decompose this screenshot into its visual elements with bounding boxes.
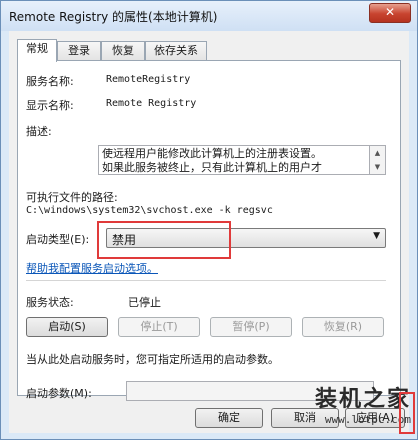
scroll-down-icon[interactable]: ▼ bbox=[370, 160, 385, 174]
description-textbox[interactable]: 使远程用户能修改此计算机上的注册表设置。 如果此服务被终止，只有此计算机上的用户… bbox=[98, 145, 370, 175]
display-name-label: 显示名称: bbox=[26, 99, 74, 112]
tab-logon[interactable]: 登录 bbox=[57, 41, 101, 61]
general-tab-panel: 服务名称: RemoteRegistry 显示名称: Remote Regist… bbox=[17, 60, 401, 401]
service-status-label: 服务状态: bbox=[26, 296, 74, 309]
tab-general[interactable]: 常规 bbox=[17, 39, 57, 62]
start-params-label: 启动参数(M): bbox=[26, 387, 92, 400]
resume-button-label: 恢复(R) bbox=[323, 320, 363, 333]
description-line-1: 使远程用户能修改此计算机上的注册表设置。 bbox=[102, 147, 322, 160]
display-name-value: Remote Registry bbox=[106, 98, 197, 109]
properties-dialog: Remote Registry 的属性(本地计算机) ✕ 常规 登录 恢复 依存… bbox=[0, 0, 418, 440]
startup-type-label: 启动类型(E): bbox=[26, 233, 90, 246]
description-line-2: 如果此服务被终止，只有此计算机上的用户才 bbox=[102, 161, 322, 174]
pause-button-label: 暂停(P) bbox=[232, 320, 270, 333]
start-params-input[interactable] bbox=[126, 381, 374, 401]
exe-path-value: C:\windows\system32\svchost.exe -k regsv… bbox=[26, 205, 273, 216]
tab-dependencies[interactable]: 依存关系 bbox=[145, 41, 207, 61]
stop-button[interactable]: 停止(T) bbox=[118, 317, 200, 337]
service-status-value: 已停止 bbox=[128, 296, 161, 309]
ok-button[interactable]: 确定 bbox=[195, 408, 263, 428]
description-scrollbar[interactable]: ▲ ▼ bbox=[370, 145, 386, 175]
tab-recovery[interactable]: 恢复 bbox=[101, 41, 145, 61]
dialog-client-area: 常规 登录 恢复 依存关系 服务名称: RemoteRegistry 显示名称:… bbox=[9, 31, 409, 433]
start-button[interactable]: 启动(S) bbox=[26, 317, 108, 337]
startup-type-dropdown[interactable]: 禁用 ▼ bbox=[106, 228, 386, 248]
dropdown-arrow-icon: ▼ bbox=[373, 231, 380, 241]
service-name-value: RemoteRegistry bbox=[106, 74, 191, 85]
exe-path-label: 可执行文件的路径: bbox=[26, 191, 118, 204]
ok-button-label: 确定 bbox=[218, 411, 240, 424]
tab-general-label: 常规 bbox=[26, 42, 48, 55]
help-configure-link[interactable]: 帮助我配置服务启动选项。 bbox=[26, 260, 158, 276]
apply-button-label: 应用(A) bbox=[355, 411, 395, 424]
stop-button-label: 停止(T) bbox=[140, 320, 178, 333]
divider bbox=[26, 280, 386, 281]
startup-type-value: 禁用 bbox=[112, 233, 137, 247]
description-label: 描述: bbox=[26, 125, 52, 138]
start-button-label: 启动(S) bbox=[48, 320, 86, 333]
pause-button[interactable]: 暂停(P) bbox=[210, 317, 292, 337]
close-icon: ✕ bbox=[384, 5, 396, 19]
apply-button[interactable]: 应用(A) bbox=[345, 408, 405, 428]
tab-dependencies-label: 依存关系 bbox=[154, 44, 198, 57]
window-title: Remote Registry 的属性(本地计算机) bbox=[9, 10, 218, 24]
close-button[interactable]: ✕ bbox=[369, 3, 411, 23]
service-name-label: 服务名称: bbox=[26, 75, 74, 88]
start-params-hint: 当从此处启动服务时，您可指定所适用的启动参数。 bbox=[26, 353, 279, 366]
cancel-button-label: 取消 bbox=[294, 411, 316, 424]
scroll-up-icon[interactable]: ▲ bbox=[370, 146, 385, 160]
tab-recovery-label: 恢复 bbox=[112, 44, 134, 57]
cancel-button[interactable]: 取消 bbox=[271, 408, 339, 428]
resume-button[interactable]: 恢复(R) bbox=[302, 317, 384, 337]
tab-logon-label: 登录 bbox=[68, 44, 90, 57]
title-bar[interactable]: Remote Registry 的属性(本地计算机) ✕ bbox=[1, 1, 417, 31]
